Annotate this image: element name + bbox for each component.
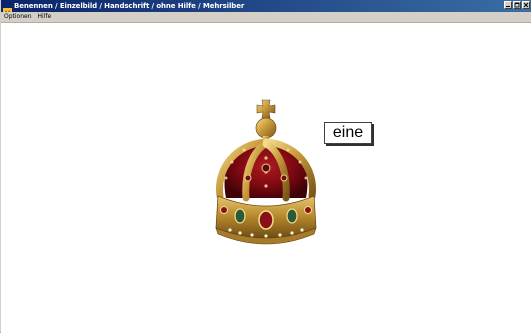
window-controls — [504, 1, 530, 9]
menu-hilfe[interactable]: Hilfe — [35, 12, 55, 22]
app-icon[interactable] — [3, 2, 12, 17]
menu-bar: Optionen Hilfe — [1, 12, 531, 23]
window-title: Benennen / Einzelbild / Handschrift / oh… — [14, 2, 245, 10]
menu-optionen[interactable]: Optionen — [1, 12, 35, 22]
crown-cross — [256, 99, 276, 119]
crown-image — [215, 99, 317, 245]
title-bar[interactable]: Benennen / Einzelbild / Handschrift / oh… — [1, 0, 531, 17]
maximize-button[interactable] — [513, 1, 521, 9]
close-button[interactable] — [522, 1, 530, 9]
content-area: eine — [1, 23, 531, 333]
word-card[interactable]: eine — [324, 122, 372, 144]
word-label: eine — [332, 124, 364, 141]
app-window: Benennen / Einzelbild / Handschrift / oh… — [0, 0, 531, 333]
minimize-button[interactable] — [504, 1, 512, 9]
